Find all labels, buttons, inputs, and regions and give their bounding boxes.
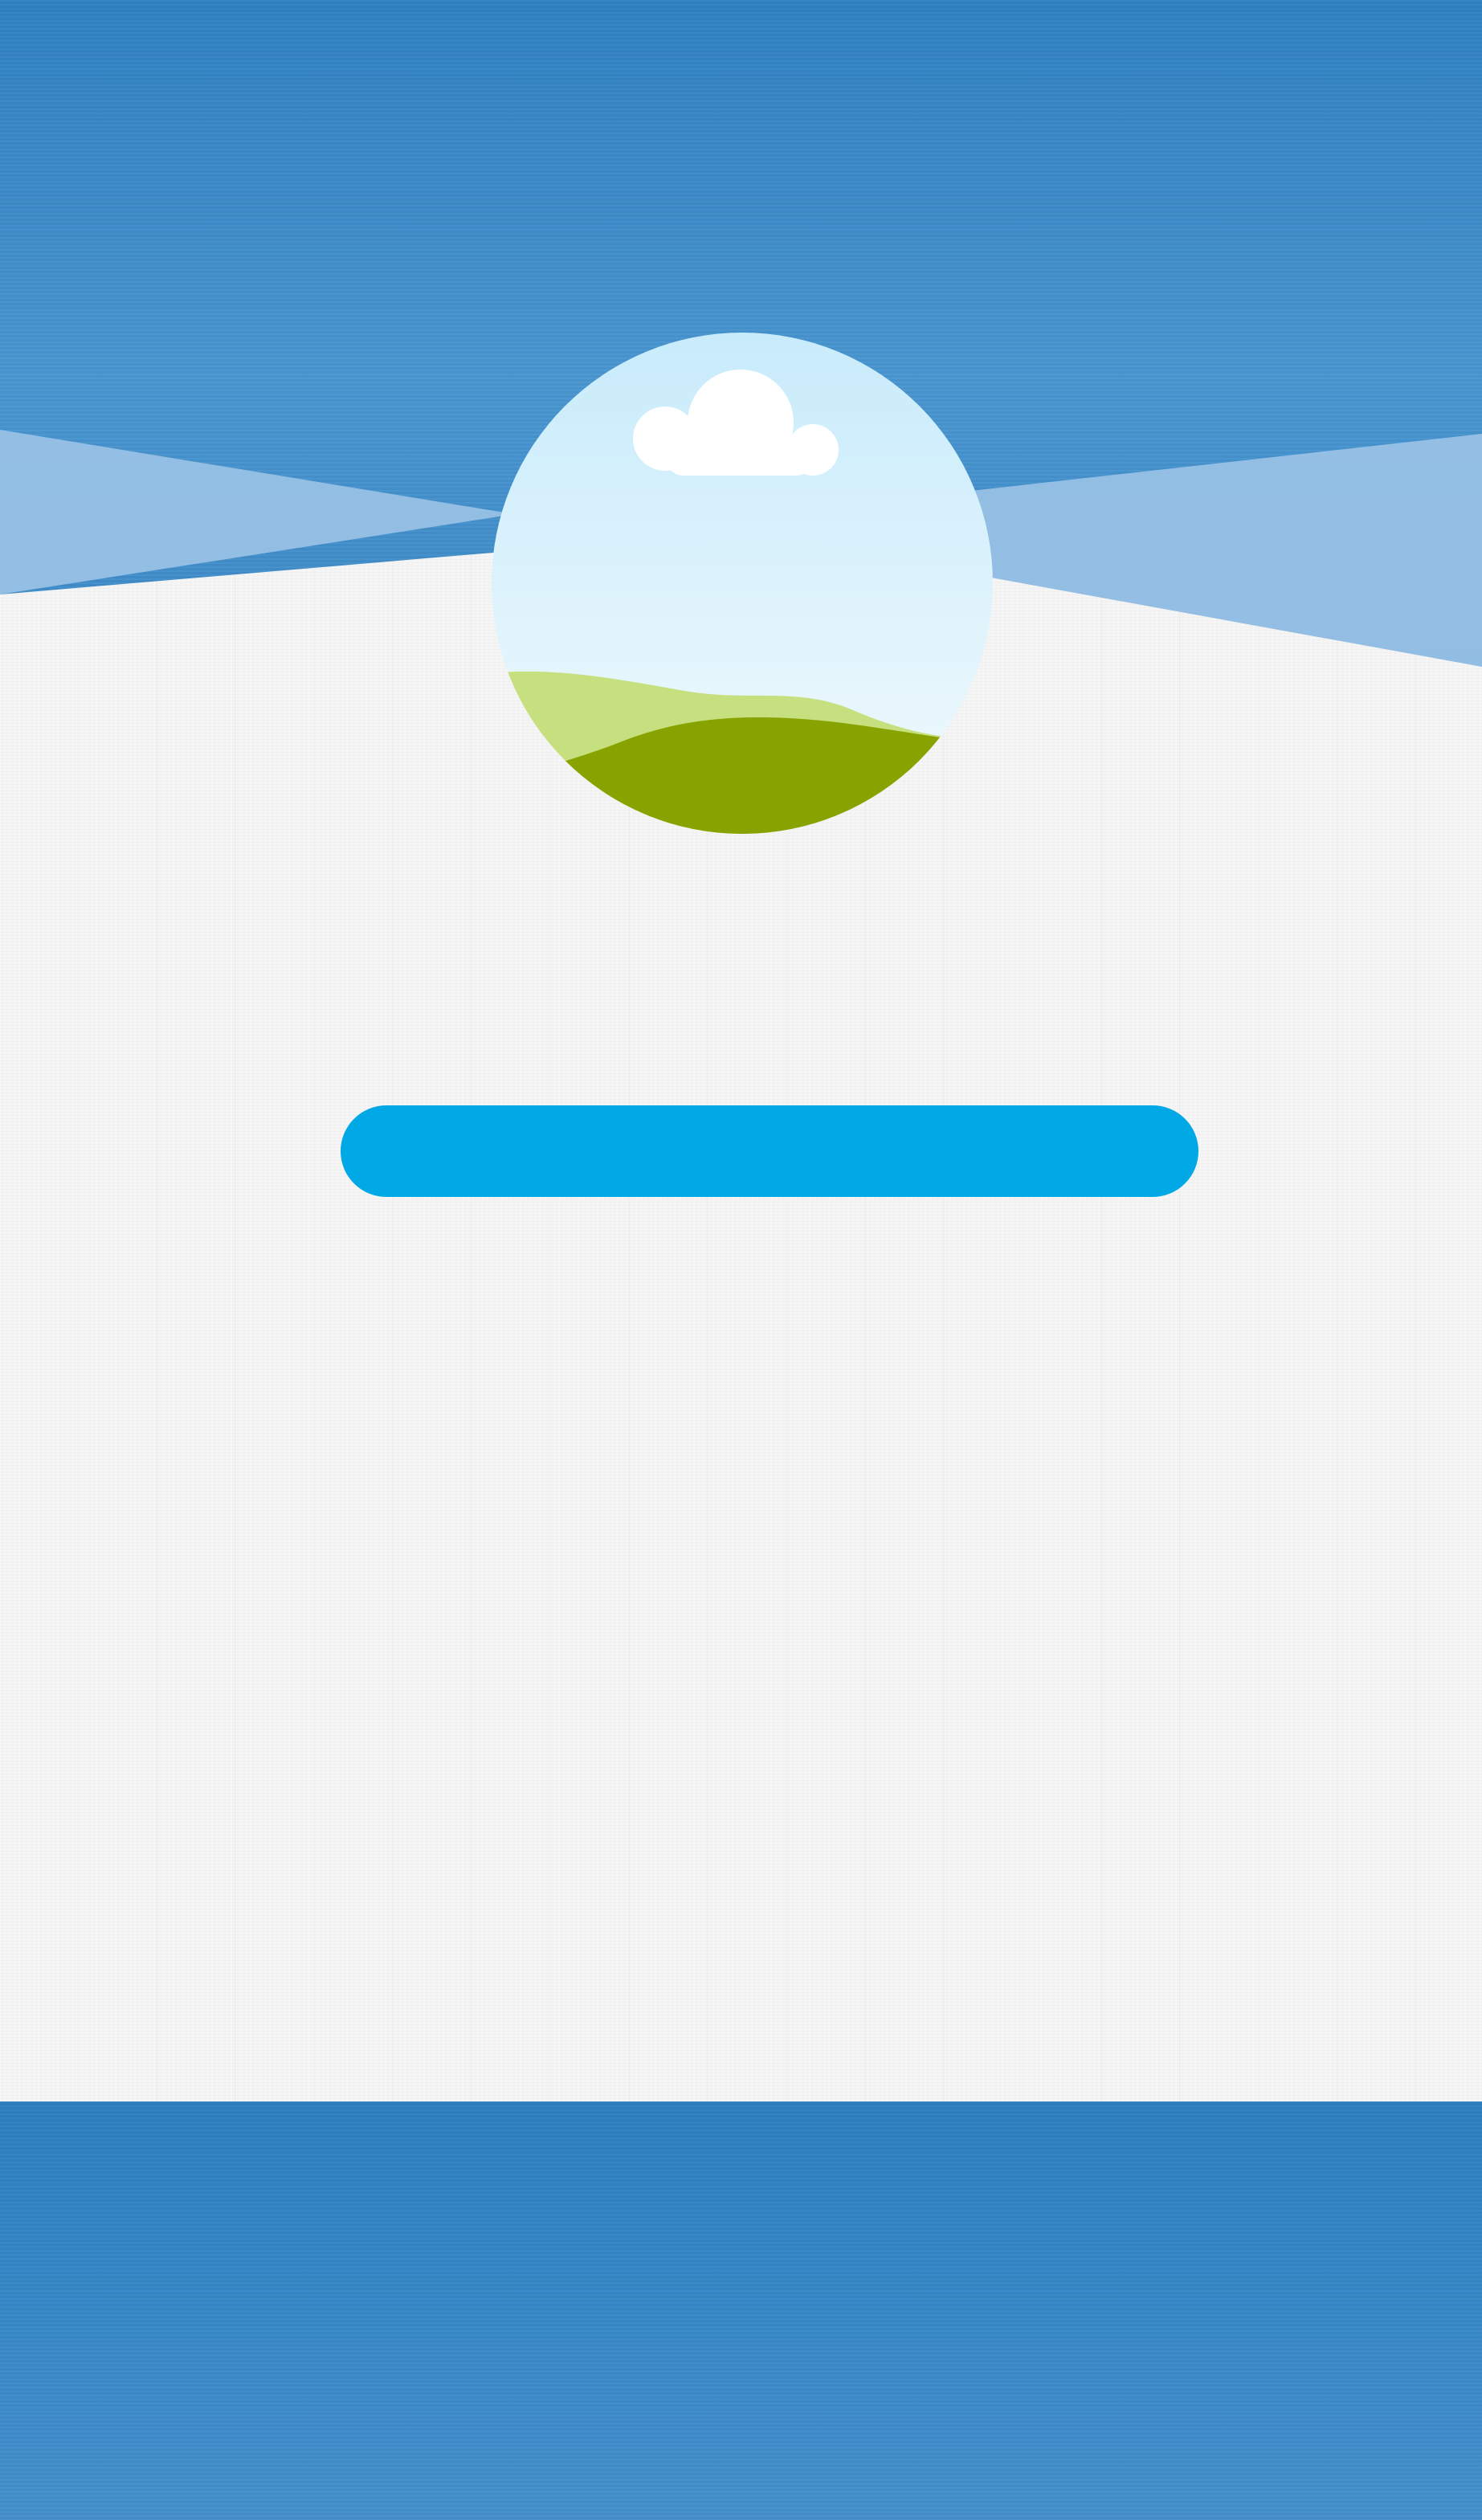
landscape-cloud-icon bbox=[492, 333, 993, 834]
primary-action-button[interactable] bbox=[341, 1105, 1198, 1197]
footer-background bbox=[0, 2101, 1482, 2520]
landscape-illustration bbox=[492, 333, 993, 834]
